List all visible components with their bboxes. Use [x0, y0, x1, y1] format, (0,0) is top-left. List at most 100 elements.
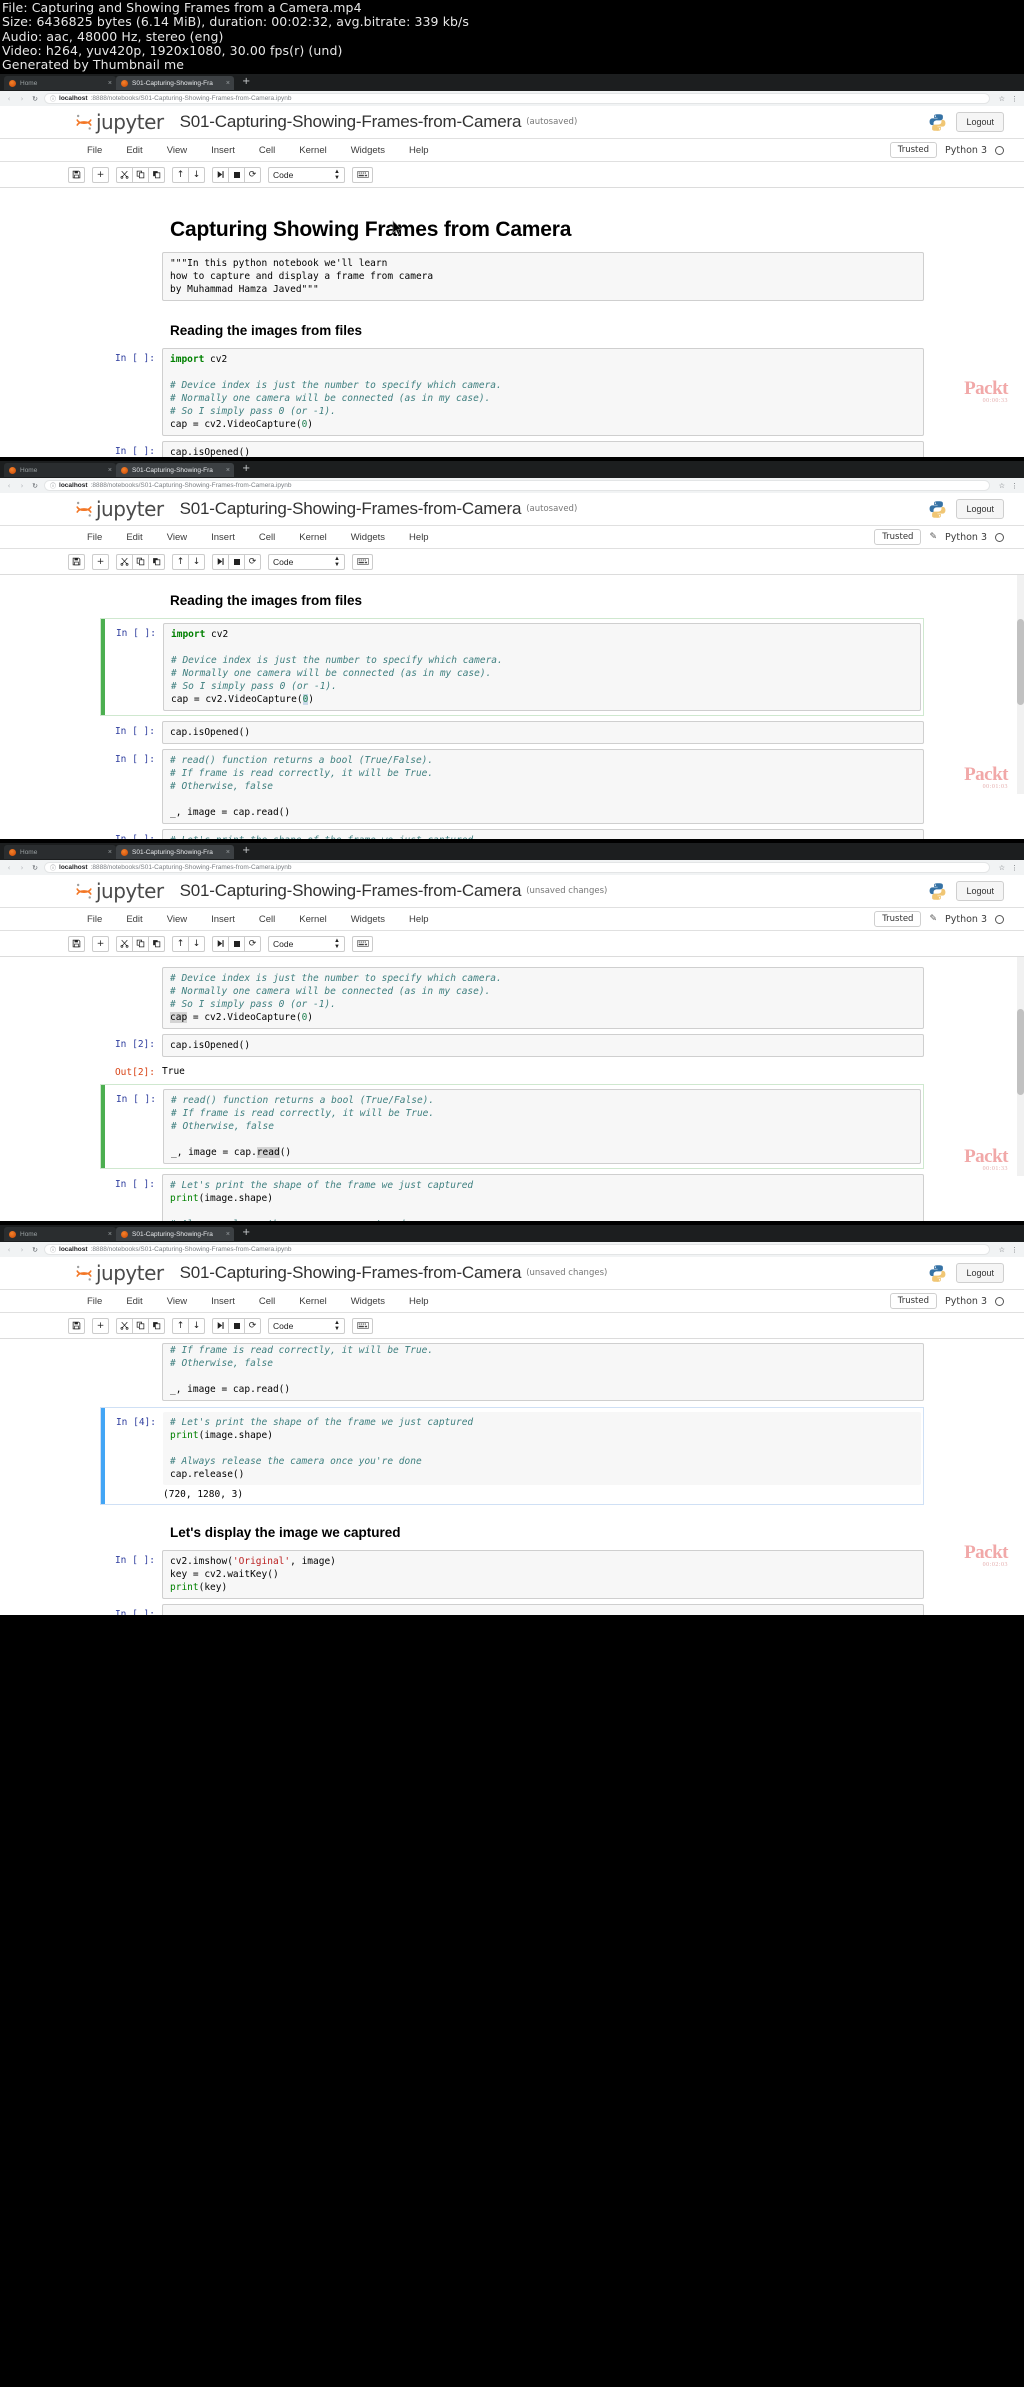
menu-item-help[interactable]: Help [397, 145, 441, 156]
run-cell-button[interactable] [212, 166, 229, 183]
close-icon[interactable]: × [108, 80, 112, 87]
notebook-name[interactable]: S01-Capturing-Showing-Frames-from-Camera [180, 881, 522, 901]
close-icon[interactable]: × [226, 849, 230, 856]
stop-kernel-button[interactable] [228, 166, 245, 183]
close-icon[interactable]: × [226, 467, 230, 474]
new-tab-button[interactable]: + [234, 1227, 256, 1239]
close-icon[interactable]: × [108, 467, 112, 474]
stop-kernel-button[interactable] [228, 935, 245, 952]
code-cell[interactable]: In [ ]: cap.isOpened() [100, 441, 924, 458]
browser-tab-home[interactable]: Home × [4, 463, 116, 478]
scrollbar-thumb[interactable] [1017, 1009, 1024, 1096]
address-bar[interactable]: ⓘ localhost:8888/notebooks/S01-Capturing… [44, 862, 990, 874]
menu-item-cell[interactable]: Cell [247, 914, 287, 925]
code-cell[interactable]: In [ ]: [100, 1604, 924, 1616]
copy-cell-button[interactable] [132, 166, 149, 183]
code-cell[interactable]: In [ ]: # read() function returns a bool… [100, 749, 924, 825]
menu-item-insert[interactable]: Insert [199, 1296, 247, 1307]
menu-item-cell[interactable]: Cell [247, 1296, 287, 1307]
browser-tab-notebook[interactable]: S01-Capturing-Showing-Fra × [116, 1227, 234, 1242]
menu-item-widgets[interactable]: Widgets [339, 914, 397, 925]
save-button[interactable] [68, 1317, 85, 1334]
menu-item-file[interactable]: File [75, 1296, 114, 1307]
code-source[interactable]: # Let's print the shape of the frame we … [162, 1174, 924, 1222]
menu-item-help[interactable]: Help [397, 914, 441, 925]
code-cell[interactable]: In [ ]: import cv2 # Device index is jus… [100, 348, 924, 437]
menu-item-view[interactable]: View [155, 145, 199, 156]
notebook-name[interactable]: S01-Capturing-Showing-Frames-from-Camera [180, 1263, 522, 1283]
paste-cell-button[interactable] [148, 166, 165, 183]
code-source[interactable]: cap.isOpened() [162, 441, 924, 458]
code-cell-selected[interactable]: In [4]: # Let's print the shape of the f… [100, 1407, 924, 1506]
scrollbar-thumb[interactable] [1017, 619, 1024, 706]
forward-icon[interactable]: › [18, 864, 26, 872]
restart-kernel-button[interactable]: ⟳ [244, 935, 261, 952]
code-cell[interactable]: In [ ]: cv2.imshow('Original', image) ke… [100, 1550, 924, 1600]
code-source[interactable]: # If frame is read correctly, it will be… [162, 1343, 924, 1402]
command-palette-button[interactable] [352, 935, 373, 952]
cut-cell-button[interactable] [116, 1317, 133, 1334]
save-button[interactable] [68, 553, 85, 570]
bookmark-star-icon[interactable]: ☆ [999, 95, 1005, 103]
logout-button[interactable]: Logout [956, 112, 1004, 133]
cut-cell-button[interactable] [116, 553, 133, 570]
cut-cell-button[interactable] [116, 935, 133, 952]
code-cell[interactable]: # Device index is just the number to spe… [100, 967, 924, 1030]
browser-tab-notebook[interactable]: S01-Capturing-Showing-Fra × [116, 463, 234, 478]
new-tab-button[interactable]: + [234, 76, 256, 88]
menu-item-help[interactable]: Help [397, 532, 441, 543]
code-cell[interactable]: In [ ]: # Let's print the shape of the f… [100, 1174, 924, 1222]
code-source[interactable]: import cv2 # Device index is just the nu… [162, 348, 924, 437]
code-cell-selected[interactable]: In [ ]: # read() function returns a bool… [100, 1084, 924, 1170]
jupyter-logo[interactable]: jupyter [75, 112, 164, 132]
back-icon[interactable]: ‹ [5, 95, 13, 103]
close-icon[interactable]: × [108, 849, 112, 856]
restart-kernel-button[interactable]: ⟳ [244, 1317, 261, 1334]
menu-item-kernel[interactable]: Kernel [287, 145, 338, 156]
new-tab-button[interactable]: + [234, 845, 256, 857]
cell-type-select[interactable]: Code ▲ ▼ [268, 166, 345, 183]
vertical-scrollbar[interactable] [1017, 957, 1024, 1177]
reload-icon[interactable]: ↻ [31, 482, 39, 490]
move-cell-up-button[interactable]: ↑ [172, 166, 189, 183]
run-cell-button[interactable] [212, 935, 229, 952]
insert-cell-button[interactable]: + [92, 1317, 109, 1334]
close-icon[interactable]: × [226, 80, 230, 87]
paste-cell-button[interactable] [148, 1317, 165, 1334]
site-info-icon[interactable]: ⓘ [50, 863, 56, 872]
insert-cell-button[interactable]: + [92, 935, 109, 952]
menu-item-view[interactable]: View [155, 1296, 199, 1307]
command-palette-button[interactable] [352, 166, 373, 183]
stop-kernel-button[interactable] [228, 1317, 245, 1334]
menu-item-insert[interactable]: Insert [199, 145, 247, 156]
code-source[interactable]: # Device index is just the number to spe… [162, 967, 924, 1030]
markdown-source[interactable]: """In this python notebook we'll learn h… [162, 252, 924, 302]
save-button[interactable] [68, 935, 85, 952]
bookmark-star-icon[interactable]: ☆ [999, 482, 1005, 490]
logout-button[interactable]: Logout [956, 1263, 1004, 1284]
code-source[interactable]: # Let's print the shape of the frame we … [163, 1412, 921, 1486]
trusted-badge[interactable]: Trusted [874, 911, 922, 928]
markdown-cell[interactable]: """In this python notebook we'll learn h… [100, 252, 924, 302]
address-bar[interactable]: ⓘ localhost:8888/notebooks/S01-Capturing… [44, 1244, 990, 1256]
menu-item-view[interactable]: View [155, 914, 199, 925]
reload-icon[interactable]: ↻ [31, 864, 39, 872]
run-cell-button[interactable] [212, 553, 229, 570]
move-cell-down-button[interactable]: ↓ [188, 553, 205, 570]
browser-menu-icon[interactable]: ⋮ [1011, 482, 1018, 490]
restart-kernel-button[interactable]: ⟳ [244, 166, 261, 183]
copy-cell-button[interactable] [132, 935, 149, 952]
code-source[interactable]: # Let's print the shape of the frame we … [162, 829, 924, 840]
site-info-icon[interactable]: ⓘ [50, 1245, 56, 1254]
new-tab-button[interactable]: + [234, 463, 256, 475]
menu-item-cell[interactable]: Cell [247, 145, 287, 156]
menu-item-edit[interactable]: Edit [114, 1296, 154, 1307]
cut-cell-button[interactable] [116, 166, 133, 183]
code-cell[interactable]: In [2]: cap.isOpened() [100, 1034, 924, 1058]
trusted-badge[interactable]: Trusted [889, 1293, 937, 1310]
move-cell-down-button[interactable]: ↓ [188, 1317, 205, 1334]
menu-item-edit[interactable]: Edit [114, 145, 154, 156]
code-cell-selected[interactable]: In [ ]: import cv2 # Device index is jus… [100, 618, 924, 717]
command-palette-button[interactable] [352, 553, 373, 570]
restart-kernel-button[interactable]: ⟳ [244, 553, 261, 570]
